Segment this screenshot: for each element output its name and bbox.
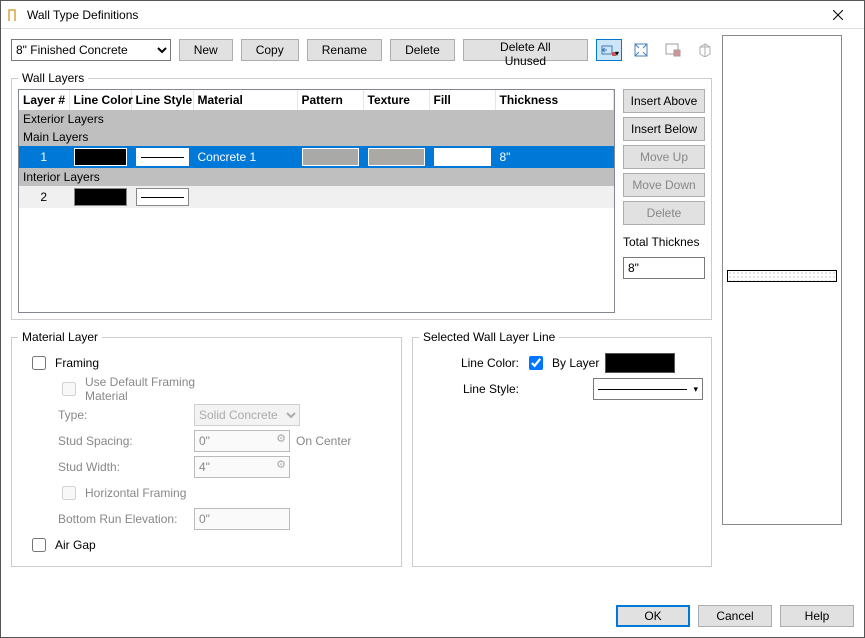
insert-below-button[interactable]: Insert Below [623, 117, 705, 141]
bottom-run-field [194, 508, 290, 530]
line-color-swatch[interactable] [74, 188, 127, 206]
selected-layer-line-legend: Selected Wall Layer Line [419, 330, 559, 344]
layer-row-2[interactable]: 2 [19, 186, 614, 208]
horizontal-framing-label: Horizontal Framing [85, 486, 215, 500]
framing-label: Framing [55, 356, 185, 370]
view-mode-expand-icon[interactable] [628, 39, 654, 61]
insert-above-button[interactable]: Insert Above [623, 89, 705, 113]
layer-row-1[interactable]: 1 Concrete 1 8" [19, 146, 614, 168]
horizontal-framing-checkbox [62, 486, 76, 500]
layer-num: 1 [19, 146, 69, 168]
wall-preview [722, 35, 842, 525]
titlebar: Wall Type Definitions [1, 1, 864, 29]
delete-button[interactable]: Delete [390, 39, 455, 61]
line-style-preview [598, 389, 687, 390]
material-layer-legend: Material Layer [18, 330, 102, 344]
line-style-label: Line Style: [449, 382, 519, 396]
line-color-swatch[interactable] [74, 148, 127, 166]
line-style-swatch[interactable] [136, 188, 189, 206]
section-main[interactable]: Main Layers [19, 128, 614, 146]
col-thickness: Thickness [495, 90, 614, 110]
layer-num: 2 [19, 186, 69, 208]
wall-preview-graphic [727, 270, 837, 282]
dialog-footer: OK Cancel Help [616, 605, 854, 627]
section-interior[interactable]: Interior Layers [19, 168, 614, 186]
line-style-swatch[interactable] [136, 148, 189, 166]
stud-width-field [194, 456, 290, 478]
view-mode-detail-icon[interactable] [660, 39, 686, 61]
stud-width-label: Stud Width: [58, 460, 188, 474]
delete-unused-button[interactable]: Delete All Unused [463, 39, 588, 61]
fill-swatch[interactable] [434, 148, 491, 166]
by-layer-checkbox[interactable] [529, 356, 543, 370]
col-line-style: Line Style [131, 90, 193, 110]
col-line-color: Line Color [69, 90, 131, 110]
material-cell[interactable]: Concrete 1 [193, 146, 297, 168]
new-button[interactable]: New [179, 39, 233, 61]
texture-swatch[interactable] [368, 148, 425, 166]
wall-type-dropdown[interactable]: 8" Finished Concrete [11, 39, 171, 61]
col-material: Material [193, 90, 297, 110]
air-gap-label: Air Gap [55, 538, 185, 552]
line-color-label: Line Color: [449, 356, 519, 370]
line-color-swatch-button[interactable] [605, 353, 675, 373]
col-pattern: Pattern [297, 90, 363, 110]
line-style-dropdown[interactable]: ▾ [593, 378, 703, 400]
rename-button[interactable]: Rename [307, 39, 382, 61]
layers-grid[interactable]: Layer # Line Color Line Style Material P… [18, 89, 615, 313]
view-mode-layers-icon[interactable]: ▾ [596, 39, 622, 61]
thickness-cell[interactable]: 8" [495, 146, 614, 168]
by-layer-label: By Layer [552, 356, 599, 370]
ok-button[interactable]: OK [616, 605, 690, 627]
total-thickness-label: Total Thicknes [623, 229, 705, 253]
section-exterior[interactable]: Exterior Layers [19, 110, 614, 128]
stud-spacing-label: Stud Spacing: [58, 434, 188, 448]
app-icon [7, 8, 21, 22]
total-thickness-field[interactable] [623, 257, 705, 279]
copy-button[interactable]: Copy [241, 39, 299, 61]
framing-type-select: Solid Concrete [194, 404, 300, 426]
chevron-down-icon: ▾ [693, 384, 698, 395]
help-button[interactable]: Help [780, 605, 854, 627]
pattern-swatch[interactable] [302, 148, 359, 166]
col-fill: Fill [429, 90, 495, 110]
move-up-button[interactable]: Move Up [623, 145, 705, 169]
view-mode-3d-icon[interactable] [692, 39, 718, 61]
on-center-label: On Center [296, 434, 351, 448]
col-layer-num: Layer # [19, 90, 69, 110]
air-gap-checkbox[interactable] [32, 538, 46, 552]
toolbar: 8" Finished Concrete New Copy Rename Del… [1, 29, 722, 65]
move-down-button[interactable]: Move Down [623, 173, 705, 197]
layers-header-row: Layer # Line Color Line Style Material P… [19, 90, 614, 110]
bottom-run-label: Bottom Run Elevation: [58, 512, 188, 526]
stud-spacing-field [194, 430, 290, 452]
wall-layers-legend: Wall Layers [18, 71, 88, 85]
delete-layer-button[interactable]: Delete [623, 201, 705, 225]
close-icon [833, 10, 843, 20]
type-label: Type: [58, 408, 188, 422]
close-button[interactable] [818, 2, 858, 28]
use-default-framing-label: Use Default Framing Material [85, 375, 215, 403]
material-cell[interactable] [193, 186, 297, 208]
cancel-button[interactable]: Cancel [698, 605, 772, 627]
col-texture: Texture [363, 90, 429, 110]
wall-layers-fieldset: Wall Layers Layer # Line Color Line Styl… [11, 71, 712, 320]
selected-layer-line-fieldset: Selected Wall Layer Line Line Color: By … [412, 330, 712, 567]
layer-side-buttons: Insert Above Insert Below Move Up Move D… [623, 89, 705, 313]
window-title: Wall Type Definitions [27, 8, 818, 22]
framing-checkbox[interactable] [32, 356, 46, 370]
use-default-framing-checkbox [62, 382, 76, 396]
material-layer-fieldset: Material Layer Framing Use Default Frami… [11, 330, 402, 567]
